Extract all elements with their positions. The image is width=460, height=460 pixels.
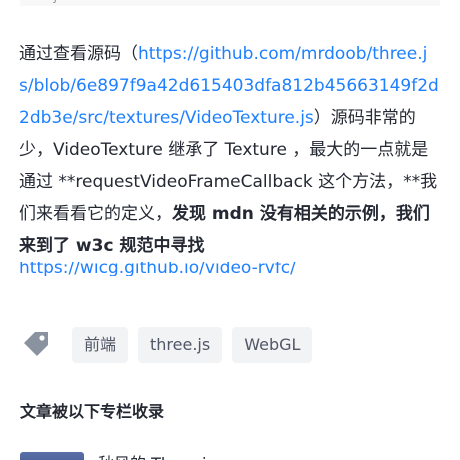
intro-text: 通过查看源码（ [19, 44, 138, 64]
article-body: 通过查看源码（https://github.com/mrdoob/three.j… [19, 38, 440, 276]
column-name: 秋风的 Three.js [98, 450, 215, 460]
spec-link[interactable]: https://wicg.github.io/video-rvfc/ [19, 262, 296, 276]
column-card[interactable]: 秋风的 Three.js [20, 452, 440, 460]
spec-link-line: https://wicg.github.io/video-rvfc/ [19, 262, 440, 276]
tag-threejs[interactable]: three.js [138, 327, 223, 363]
tag-frontend[interactable]: 前端 [72, 327, 129, 363]
tags-row: 前端 three.js WebGL [20, 326, 313, 364]
columns-section-title: 文章被以下专栏收录 [20, 402, 165, 421]
column-thumbnail [20, 452, 84, 460]
tag-webgl[interactable]: WebGL [232, 327, 313, 363]
code-block-tail: } [20, 0, 440, 6]
tag-icon [24, 332, 48, 356]
code-closing-brace: } [52, 0, 59, 4]
article-page: } 通过查看源码（https://github.com/mrdoob/three… [0, 0, 460, 460]
article-paragraph: 通过查看源码（https://github.com/mrdoob/three.j… [19, 38, 440, 262]
